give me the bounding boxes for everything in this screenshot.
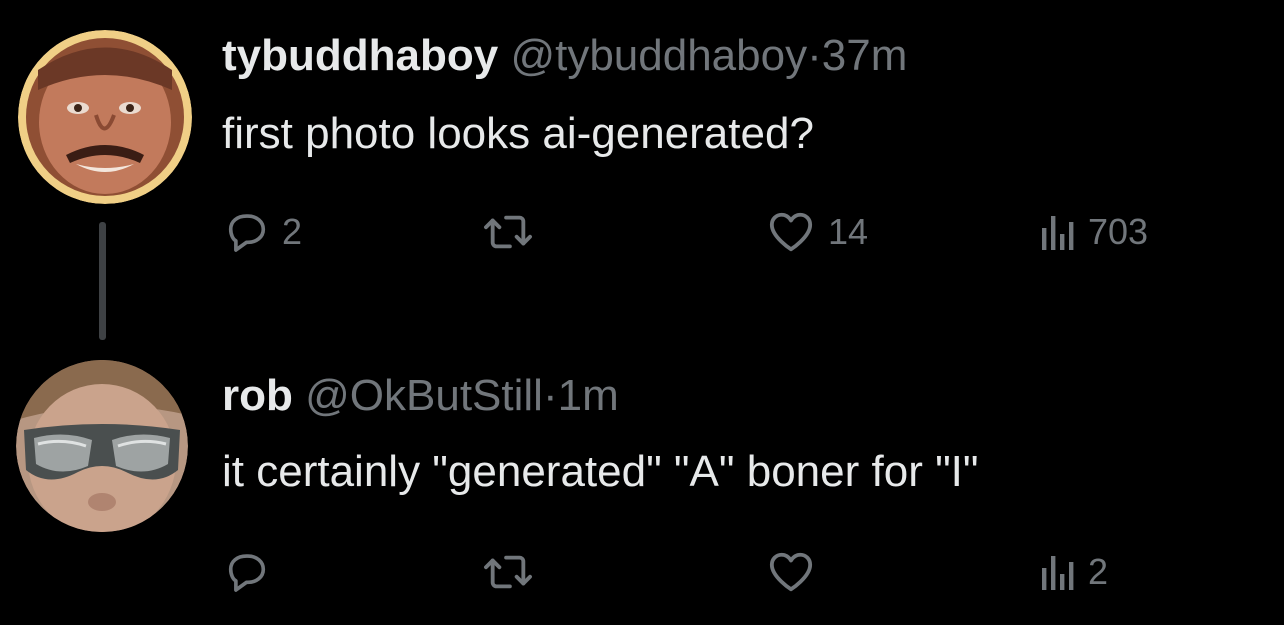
views-button[interactable]: 2	[1040, 542, 1108, 602]
views-chart-icon	[1042, 216, 1074, 250]
tweet-header: rob @OkButStill·1m	[222, 374, 619, 418]
reply-button[interactable]	[224, 542, 282, 602]
separator-dot: ·	[542, 371, 558, 420]
retweet-icon	[484, 215, 532, 249]
timestamp[interactable]: 37m	[822, 31, 908, 80]
reply-count: 2	[282, 211, 303, 252]
like-count: 14	[828, 211, 869, 252]
separator-dot: ·	[807, 31, 822, 80]
tweet-header: tybuddhaboy @tybuddhaboy·37m	[222, 34, 907, 78]
tweet-actions: 2	[0, 542, 1284, 602]
like-button[interactable]	[766, 542, 828, 602]
user-handle[interactable]: @tybuddhaboy	[510, 31, 807, 80]
user-handle[interactable]: @OkButStill	[305, 371, 543, 420]
profile-photo-icon	[16, 360, 188, 532]
views-button[interactable]: 703	[1040, 202, 1148, 262]
views-chart-icon	[1042, 556, 1074, 590]
tweet-text: it certainly "generated" "A" boner for "…	[222, 447, 979, 496]
reply-icon	[228, 554, 266, 592]
heart-icon	[769, 552, 813, 592]
avatar[interactable]	[18, 30, 192, 204]
display-name[interactable]: tybuddhaboy	[222, 31, 498, 80]
timestamp[interactable]: 1m	[558, 371, 619, 420]
tweet-text: first photo looks ai-generated?	[222, 109, 814, 158]
reply-thread: tybuddhaboy @tybuddhaboy·37m first photo…	[0, 0, 1284, 625]
tweet-actions: 2 14 703	[0, 202, 1284, 262]
retweet-button[interactable]	[480, 542, 548, 602]
heart-icon	[769, 212, 813, 252]
avatar[interactable]	[16, 360, 188, 532]
tweet[interactable]: tybuddhaboy @tybuddhaboy·37m first photo…	[0, 0, 1284, 340]
views-count: 2	[1088, 551, 1109, 592]
display-name[interactable]: rob	[222, 371, 293, 420]
profile-photo-icon	[18, 30, 192, 204]
reply-icon	[228, 214, 266, 252]
retweet-button[interactable]	[480, 202, 548, 262]
reply-button[interactable]: 2	[224, 202, 302, 262]
like-button[interactable]: 14	[766, 202, 868, 262]
views-count: 703	[1088, 211, 1149, 252]
retweet-icon	[484, 555, 532, 589]
tweet[interactable]: rob @OkButStill·1m it certainly "generat…	[0, 330, 1284, 625]
